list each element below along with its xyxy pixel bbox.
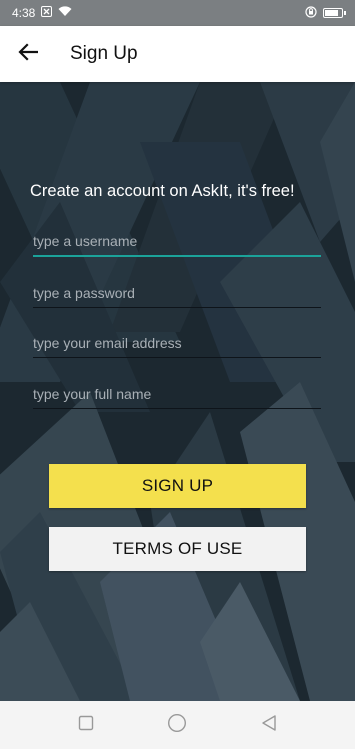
circle-home-icon — [167, 713, 187, 738]
square-recents-icon — [78, 715, 94, 736]
arrow-back-icon — [18, 42, 39, 66]
sign-up-button[interactable]: SIGN UP — [49, 464, 306, 508]
terms-of-use-button[interactable]: TERMS OF USE — [49, 527, 306, 571]
system-back-button[interactable] — [249, 705, 289, 745]
battery-icon — [323, 8, 346, 18]
status-bar: 4:38 — [0, 0, 355, 26]
system-nav-bar — [0, 701, 355, 749]
recents-button[interactable] — [66, 705, 106, 745]
signup-content: Create an account on AskIt, it's free! S… — [0, 82, 355, 701]
username-input[interactable] — [33, 227, 321, 257]
signup-headline: Create an account on AskIt, it's free! — [30, 182, 295, 200]
wifi-icon — [58, 6, 72, 20]
email-input[interactable] — [33, 328, 321, 358]
triangle-back-icon — [260, 714, 278, 737]
back-button[interactable] — [0, 26, 56, 82]
home-button[interactable] — [157, 705, 197, 745]
status-time: 4:38 — [12, 6, 36, 20]
password-input[interactable] — [33, 278, 321, 308]
app-bar: Sign Up — [0, 26, 355, 82]
lock-rotation-icon — [305, 5, 317, 21]
page-title: Sign Up — [70, 43, 138, 64]
full-name-input[interactable] — [33, 379, 321, 409]
close-box-icon — [41, 6, 53, 20]
